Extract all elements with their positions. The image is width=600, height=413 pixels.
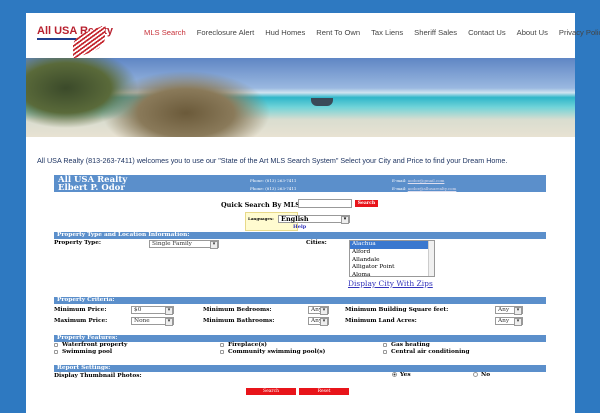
main-nav: MLS Search Foreclosure Alert Hud Homes R… <box>144 28 600 37</box>
quick-search: Quick Search By MLS ID: Search <box>221 199 378 209</box>
min-price-select[interactable]: $0 <box>131 306 174 315</box>
nav-rent-to-own[interactable]: Rent To Own <box>316 28 360 37</box>
nav-hud-homes[interactable]: Hud Homes <box>265 28 305 37</box>
section-location: Property Type and Location Information: <box>54 232 546 239</box>
community-pool-checkbox[interactable] <box>220 349 224 354</box>
min-bedrooms-label: Minimum Bedrooms: <box>203 307 272 313</box>
gas-heating-checkbox[interactable] <box>383 342 387 347</box>
feature-label: Waterfront property <box>62 342 128 348</box>
search-button[interactable]: Search <box>246 388 296 395</box>
email-label: E-mail: <box>392 178 407 183</box>
nav-foreclosure-alert[interactable]: Foreclosure Alert <box>197 28 254 37</box>
swimming-pool-checkbox[interactable] <box>54 349 58 354</box>
nav-privacy-policy[interactable]: Privacy Policy <box>559 28 600 37</box>
agent-phone-2: Phone: (813) 263-7411 <box>250 186 297 191</box>
nav-tax-liens[interactable]: Tax Liens <box>371 28 403 37</box>
min-acres-select[interactable]: Any <box>495 317 523 326</box>
property-type-label: Property Type: <box>54 240 102 246</box>
language-select[interactable]: English <box>278 215 350 224</box>
feature-label: Fireplace(s) <box>228 342 268 348</box>
page-container: All USA Realty MLS Search Foreclosure Al… <box>26 13 600 413</box>
email-link-2[interactable]: aodor@allusarealty.com <box>408 186 457 191</box>
nav-about-us[interactable]: About Us <box>517 28 548 37</box>
property-type-select[interactable]: Single Family <box>149 240 219 249</box>
boat <box>311 98 333 106</box>
email-link[interactable]: aodor@gmail.com <box>408 178 445 183</box>
email-label: E-mail: <box>392 186 407 191</box>
feature-label: Central air conditioning <box>391 349 470 355</box>
agent-name: Elbert P. Odor <box>58 183 125 193</box>
feature-label: Swimming pool <box>62 349 113 355</box>
city-option[interactable]: Alachua <box>350 241 434 249</box>
cities-label: Cities: <box>306 240 327 246</box>
reset-button[interactable]: Reset <box>299 388 349 395</box>
agent-info-bar: All USA Realty Elbert P. Odor Phone: (81… <box>54 175 546 192</box>
cities-listbox[interactable]: Alachua Alford Allandale Alligator Point… <box>349 240 435 278</box>
welcome-text: All USA Realty (813-263-7411) welcomes y… <box>37 156 508 165</box>
thumbnail-no-radio[interactable] <box>473 372 478 377</box>
min-bathrooms-select[interactable]: Any <box>308 317 329 326</box>
section-features: Property Features: <box>54 335 546 342</box>
city-option[interactable]: Alligator Point <box>350 264 434 272</box>
thumbnail-label: Display Thumbnail Photos: <box>54 373 142 379</box>
min-bathrooms-label: Minimum Bathrooms: <box>203 318 275 324</box>
cities-scrollbar[interactable] <box>428 241 434 276</box>
feature-label: Community swimming pool(s) <box>228 349 326 355</box>
city-option[interactable]: Alford <box>350 249 434 257</box>
no-label: No <box>481 372 491 378</box>
max-price-select[interactable]: None <box>131 317 174 326</box>
help-link[interactable]: Help <box>293 224 306 230</box>
section-report: Report Settings: <box>54 365 546 372</box>
nav-mls-search[interactable]: MLS Search <box>144 28 186 37</box>
language-label: Languages: <box>248 216 274 221</box>
fireplace-checkbox[interactable] <box>220 342 224 347</box>
city-option[interactable]: Allandale <box>350 257 434 265</box>
nav-sheriff-sales[interactable]: Sheriff Sales <box>414 28 457 37</box>
min-bedrooms-select[interactable]: Any <box>308 306 329 315</box>
logo[interactable]: All USA Realty <box>37 25 113 59</box>
section-criteria: Property Criteria: <box>54 297 546 304</box>
mls-id-input[interactable] <box>298 199 352 208</box>
min-sqft-select[interactable]: Any <box>495 306 523 315</box>
central-air-checkbox[interactable] <box>383 349 387 354</box>
display-city-zips-link[interactable]: Display City With Zips <box>348 279 433 288</box>
min-price-label: Minimum Price: <box>54 307 107 313</box>
quick-search-button[interactable]: Search <box>355 200 378 207</box>
max-price-label: Maximum Price: <box>54 318 108 324</box>
nav-contact-us[interactable]: Contact Us <box>468 28 506 37</box>
feature-label: Gas heating <box>391 342 430 348</box>
language-box: Languages: English Help <box>245 212 350 231</box>
waterfront-checkbox[interactable] <box>54 342 58 347</box>
min-sqft-label: Minimum Building Square feet: <box>345 307 449 313</box>
agent-phone: Phone: (813) 263-7411 <box>250 178 297 183</box>
yes-label: Yes <box>400 372 411 378</box>
beach-banner-image <box>26 58 575 137</box>
min-acres-label: Minimum Land Acres: <box>345 318 417 324</box>
thumbnail-yes-radio[interactable] <box>392 372 397 377</box>
